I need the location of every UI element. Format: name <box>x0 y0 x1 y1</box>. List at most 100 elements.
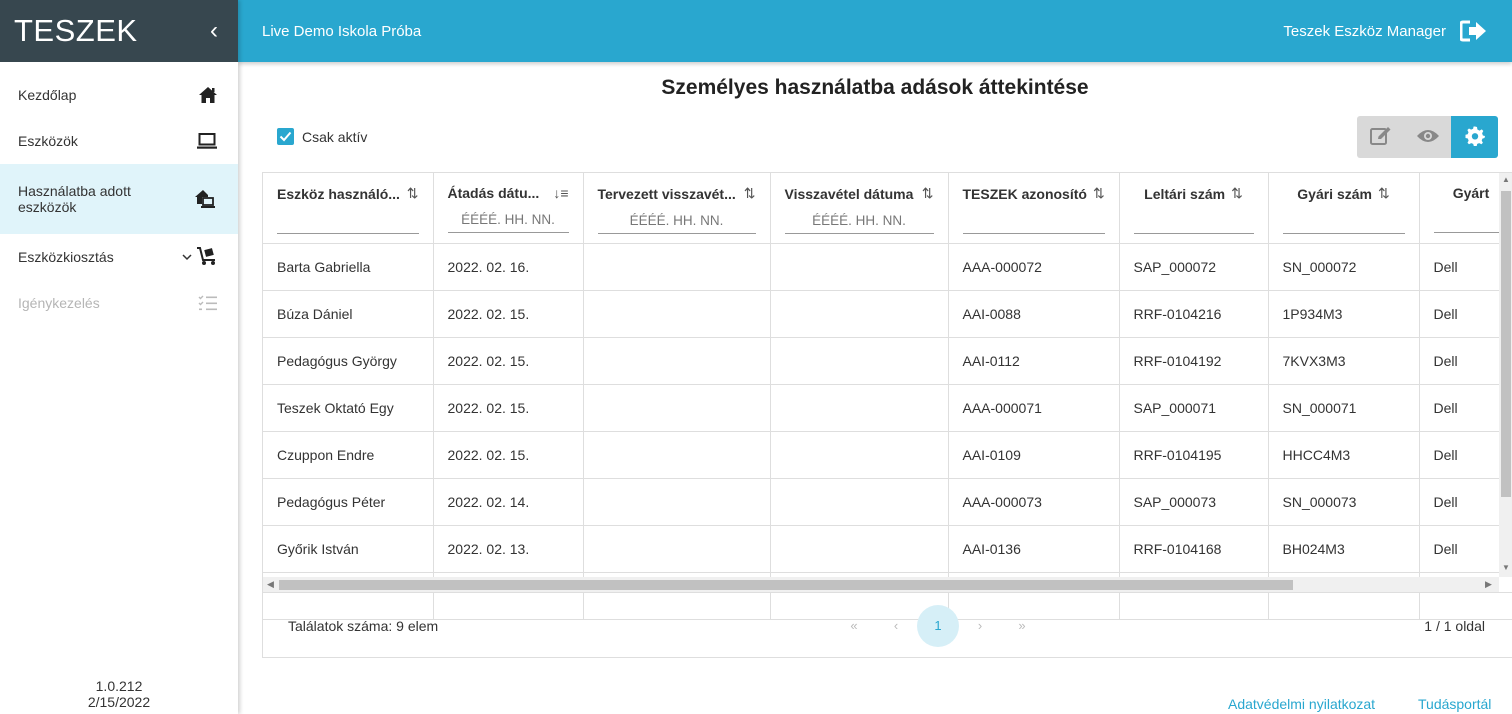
cell-handover-date: 2022. 02. 16. <box>433 243 584 291</box>
cell-teszek-id: AAA-000071 <box>948 384 1120 432</box>
horizontal-scrollbar[interactable]: ◀ ▶ <box>263 577 1499 592</box>
column-header-teszek-id[interactable]: TESZEK azonosító ⇅ <box>948 173 1120 244</box>
sort-icon[interactable]: ⇅ <box>922 185 934 202</box>
home-laptop-icon <box>194 189 218 209</box>
vertical-scrollbar[interactable]: ▲ ▼ <box>1499 173 1512 577</box>
sort-icon[interactable]: ⇅ <box>1093 185 1105 202</box>
active-only-checkbox[interactable] <box>277 128 294 145</box>
cell-handover-date: 2022. 02. 15. <box>433 431 584 479</box>
eye-icon <box>1416 128 1440 147</box>
column-label: TESZEK azonosító <box>962 185 1087 202</box>
cell-planned-return <box>583 337 771 385</box>
column-header-handover-date[interactable]: Átadás dátu... ↓≡ ÉÉÉÉ. HH. NN. <box>433 173 584 244</box>
settings-button[interactable] <box>1451 116 1498 158</box>
sort-icon[interactable]: ⇅ <box>407 185 419 202</box>
cell-planned-return <box>583 384 771 432</box>
sidebar-item-label: Kezdőlap <box>18 87 77 103</box>
sidebar: TESZEK ‹ Kezdőlap Eszközök Használatba a… <box>0 0 238 714</box>
table-row[interactable]: Teszek Oktató Egy 2022. 02. 15. AAA-000071… <box>263 384 1512 432</box>
cell-handover-date: 2022. 02. 14. <box>433 478 584 526</box>
column-header-serial-number[interactable]: Gyári szám ⇅ <box>1268 173 1420 244</box>
privacy-link[interactable]: Adatvédelmi nyilatkozat <box>1228 696 1375 712</box>
active-only-filter[interactable]: Csak aktív <box>277 128 367 145</box>
table-row[interactable]: Pedagógus Péter 2022. 02. 14. AAA-000073 SA… <box>263 478 1512 526</box>
sidebar-item-home[interactable]: Kezdőlap <box>0 72 238 118</box>
filter-input[interactable] <box>962 210 1105 234</box>
result-count: Találatok száma: 9 elem <box>288 617 439 634</box>
date-filter-input[interactable]: ÉÉÉÉ. HH. NN. <box>597 210 756 234</box>
table-row[interactable]: Pedagógus György 2022. 02. 15. AAI-0112 RRF… <box>263 337 1512 385</box>
view-button[interactable] <box>1404 116 1451 158</box>
cell-inventory-number: SAP_000073 <box>1119 478 1269 526</box>
page-info: 1 / 1 oldal <box>1424 617 1485 634</box>
table-body: Barta Gabriella 2022. 02. 16. AAA-000072 SA… <box>263 243 1512 620</box>
cell-teszek-id: AAA-000073 <box>948 478 1120 526</box>
sort-icon[interactable]: ⇅ <box>1378 185 1390 202</box>
app-logo[interactable]: TESZEK <box>14 13 138 49</box>
cell-planned-return <box>583 243 771 291</box>
page-title: Személyes használatba adások áttekintése <box>661 76 1089 99</box>
sidebar-item-label: Eszközkiosztás <box>18 249 114 265</box>
cell-inventory-number: RRF-0104168 <box>1119 525 1269 573</box>
user-name[interactable]: Teszek Eszköz Manager <box>1283 23 1446 40</box>
sidebar-item-label: Igénykezelés <box>18 295 100 311</box>
cell-handover-date: 2022. 02. 15. <box>433 337 584 385</box>
filter-input[interactable] <box>1133 210 1254 234</box>
first-page-button[interactable]: « <box>833 605 875 647</box>
sort-icon[interactable]: ⇅ <box>744 185 756 202</box>
cell-serial-number: BH024M3 <box>1268 525 1420 573</box>
vertical-scroll-thumb[interactable] <box>1501 191 1511 497</box>
logout-icon[interactable] <box>1460 20 1488 42</box>
next-page-button[interactable]: › <box>959 605 1001 647</box>
table-row[interactable]: Czuppon Endre 2022. 02. 15. AAI-0109 RRF-01… <box>263 431 1512 479</box>
collapse-sidebar-icon[interactable]: ‹ <box>210 19 218 43</box>
column-label: Visszavétel dátuma <box>784 185 914 202</box>
column-header-user[interactable]: Eszköz használó... ⇅ <box>263 173 434 244</box>
page-1-button[interactable]: 1 <box>917 604 959 647</box>
prev-page-button[interactable]: ‹ <box>875 605 917 647</box>
cell-serial-number: 7KVX3M3 <box>1268 337 1420 385</box>
sidebar-item-icons <box>182 246 218 269</box>
cell-return-date <box>770 478 949 526</box>
sort-icon[interactable]: ⇅ <box>1231 185 1243 202</box>
cell-user: Pedagógus György <box>263 337 434 385</box>
cell-handover-date: 2022. 02. 15. <box>433 290 584 338</box>
home-icon <box>198 86 218 104</box>
table-row[interactable]: Győrik István 2022. 02. 13. AAI-0136 RRF-01… <box>263 525 1512 573</box>
column-header-return-date[interactable]: Visszavétel dátuma ⇅ ÉÉÉÉ. HH. NN. <box>770 173 949 244</box>
data-grid: Eszköz használó... ⇅ Átadás dátu... ↓≡ ÉÉÉ… <box>263 173 1512 620</box>
cell-teszek-id: AAA-000072 <box>948 243 1120 291</box>
cell-return-date <box>770 243 949 291</box>
sidebar-item-assigned-devices[interactable]: Használatba adott eszközök <box>0 164 238 234</box>
dolly-icon <box>196 246 218 269</box>
column-label: Átadás dátu... <box>447 185 540 201</box>
cell-return-date <box>770 290 949 338</box>
date-filter-input[interactable]: ÉÉÉÉ. HH. NN. <box>447 209 569 233</box>
scroll-up-icon[interactable]: ▲ <box>1502 175 1510 184</box>
edit-button[interactable] <box>1357 116 1404 158</box>
sidebar-item-distribution[interactable]: Eszközkiosztás <box>0 234 238 280</box>
filter-input[interactable] <box>1433 209 1509 233</box>
active-only-label: Csak aktív <box>302 128 368 145</box>
edit-icon <box>1369 126 1392 149</box>
knowledge-portal-link[interactable]: Tudásportál <box>1418 696 1491 712</box>
sort-desc-icon[interactable]: ↓≡ <box>553 185 568 201</box>
horizontal-scroll-thumb[interactable] <box>279 580 1293 590</box>
filter-input[interactable] <box>277 210 419 234</box>
scroll-left-icon[interactable]: ◀ <box>267 577 274 592</box>
cell-inventory-number: SAP_000072 <box>1119 243 1269 291</box>
table-row[interactable]: Búza Dániel 2022. 02. 15. AAI-0088 RRF-0104… <box>263 290 1512 338</box>
scroll-down-icon[interactable]: ▼ <box>1502 563 1510 572</box>
user-area: Teszek Eszköz Manager <box>1283 20 1488 42</box>
chevron-down-icon[interactable] <box>182 250 192 264</box>
sidebar-nav: Kezdőlap Eszközök Használatba adott eszk… <box>0 62 238 326</box>
filter-input[interactable] <box>1282 210 1405 234</box>
page-controls: « ‹ 1 › » <box>833 604 1043 647</box>
table-row[interactable]: Barta Gabriella 2022. 02. 16. AAA-000072 SA… <box>263 243 1512 291</box>
column-header-inventory-number[interactable]: Leltári szám ⇅ <box>1119 173 1269 244</box>
sidebar-item-devices[interactable]: Eszközök <box>0 118 238 164</box>
date-filter-input[interactable]: ÉÉÉÉ. HH. NN. <box>784 210 934 234</box>
scroll-right-icon[interactable]: ▶ <box>1485 577 1492 592</box>
last-page-button[interactable]: » <box>1001 605 1043 647</box>
column-header-planned-return[interactable]: Tervezett visszavét... ⇅ ÉÉÉÉ. HH. NN. <box>583 173 771 244</box>
